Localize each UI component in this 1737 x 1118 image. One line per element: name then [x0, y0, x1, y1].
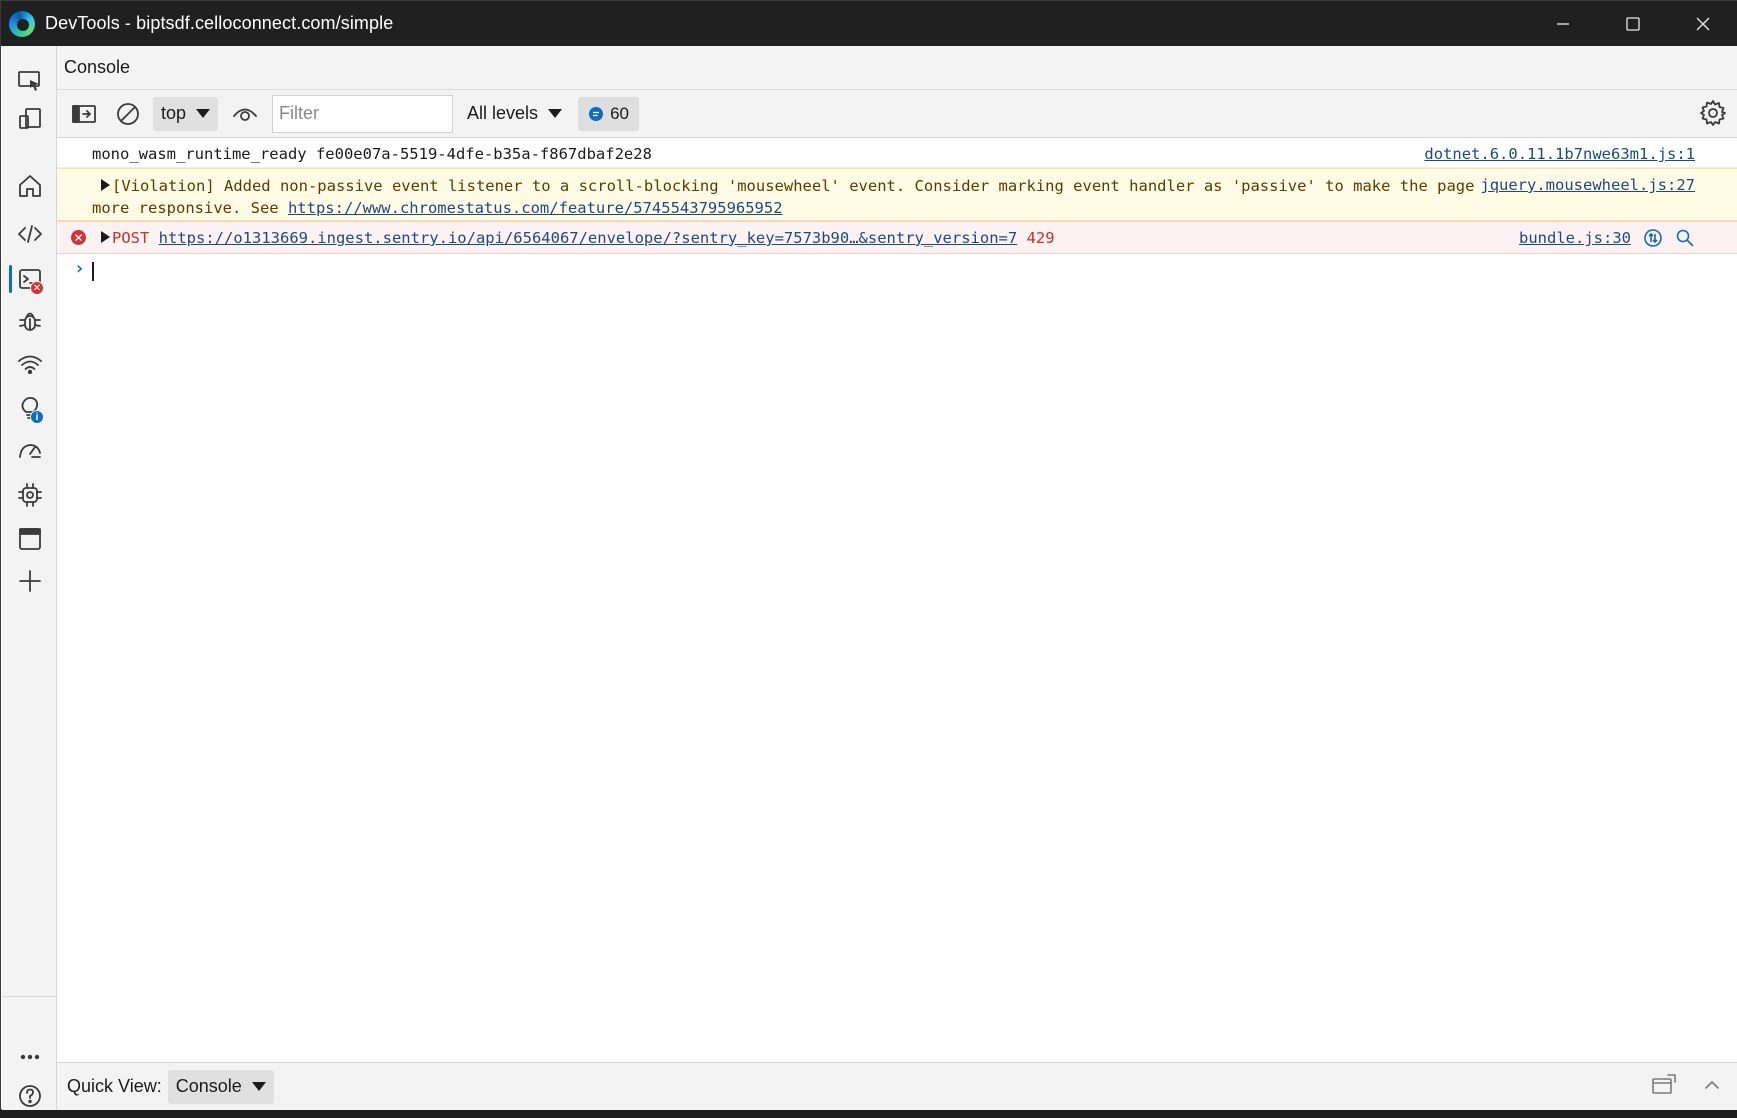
- network-request-icon[interactable]: [1643, 228, 1663, 248]
- plus-icon: [18, 570, 41, 592]
- eye-icon: [233, 108, 257, 121]
- device-emulation-icon: [18, 108, 41, 129]
- wifi-icon: [17, 355, 42, 375]
- quick-view-controls: [1625, 1073, 1721, 1097]
- devtools-window: DevTools - biptsdf.celloconnect.com/simp…: [0, 0, 1737, 1110]
- welcome-tab-button[interactable]: [2, 164, 57, 208]
- chevron-down-icon: [196, 109, 211, 118]
- title-bar: DevTools - biptsdf.celloconnect.com/simp…: [1, 1, 1737, 46]
- console-message-info: mono_wasm_runtime_ready fe00e07a-5519-4d…: [57, 138, 1737, 168]
- code-icon: [17, 225, 42, 243]
- error-icon: ✕: [71, 230, 86, 245]
- close-icon: [1696, 17, 1710, 30]
- issues-count-button[interactable]: 60: [578, 96, 639, 131]
- source-link[interactable]: dotnet.6.0.11.1b7nwe63m1.js:1: [1424, 145, 1695, 163]
- maximize-button[interactable]: [1598, 1, 1668, 46]
- quick-view-select[interactable]: Console: [167, 1069, 274, 1104]
- console-prompt[interactable]: ›: [57, 254, 1737, 284]
- error-url-link[interactable]: https://o1313669.ingest.sentry.io/api/65…: [159, 229, 1018, 247]
- quick-view-bar: Quick View: Console: [57, 1062, 1737, 1110]
- quick-view-label: Quick View:: [67, 1076, 162, 1096]
- log-levels-select[interactable]: All levels: [467, 97, 563, 131]
- activity-divider: [2, 996, 57, 997]
- quick-view-value: Console: [175, 1076, 242, 1096]
- customize-button[interactable]: [2, 1035, 57, 1079]
- console-settings-button[interactable]: [1699, 99, 1727, 127]
- message-bubble-icon: [589, 106, 604, 121]
- filter-input[interactable]: [272, 94, 454, 133]
- edge-logo-icon: [9, 10, 35, 37]
- error-method: POST: [112, 229, 150, 247]
- performance-tab-button[interactable]: [2, 429, 57, 473]
- more-tools-button[interactable]: [2, 559, 57, 603]
- warning-text: [Violation] Added non-passive event list…: [92, 175, 1482, 219]
- issues-tab-button[interactable]: i: [2, 386, 57, 430]
- error-status: 429: [1026, 229, 1055, 247]
- context-value: top: [161, 103, 187, 123]
- prompt-chevron-icon: ›: [74, 258, 85, 279]
- expand-triangle-icon[interactable]: [101, 231, 110, 243]
- gauge-icon: [18, 444, 41, 458]
- log-levels-value: All levels: [467, 103, 539, 123]
- application-window-icon: [18, 528, 41, 550]
- help-icon: [18, 1085, 41, 1107]
- minimize-button[interactable]: [1528, 1, 1598, 46]
- maximize-icon: [1626, 16, 1640, 31]
- window-title: DevTools - biptsdf.celloconnect.com/simp…: [45, 13, 394, 33]
- info-badge-icon: i: [30, 410, 44, 424]
- search-icon[interactable]: [1675, 228, 1695, 248]
- panel-header: Console: [57, 46, 1737, 90]
- elements-tab-button[interactable]: [2, 212, 57, 256]
- device-emulation-button[interactable]: [2, 97, 57, 141]
- activity-bar: ✕ i: [2, 46, 57, 1110]
- network-tab-button[interactable]: [2, 342, 57, 386]
- text-cursor: [92, 262, 94, 281]
- chevron-up-icon[interactable]: [1703, 1076, 1721, 1094]
- console-message-error: ✕ POST https://o1313669.ingest.sentry.io…: [57, 221, 1737, 254]
- memory-tab-button[interactable]: [2, 473, 57, 517]
- sidebar-toggle-icon: [72, 104, 96, 123]
- error-actions: bundle.js:30: [1519, 228, 1695, 248]
- warning-link[interactable]: https://www.chromestatus.com/feature/574…: [288, 199, 783, 217]
- window-controls: [1528, 1, 1737, 46]
- console-message-warning: [Violation] Added non-passive event list…: [57, 168, 1737, 221]
- gear-icon: [1700, 100, 1726, 126]
- ellipsis-icon: [20, 1054, 39, 1060]
- sidebar-toggle-button[interactable]: [71, 101, 97, 127]
- help-button[interactable]: [2, 1074, 57, 1118]
- source-link[interactable]: jquery.mousewheel.js:27: [1480, 176, 1695, 194]
- source-link[interactable]: bundle.js:30: [1519, 229, 1631, 247]
- close-button[interactable]: [1668, 1, 1737, 46]
- chevron-down-icon: [548, 109, 563, 118]
- message-text: mono_wasm_runtime_ready fe00e07a-5519-4d…: [92, 145, 652, 163]
- chevron-down-icon: [251, 1082, 266, 1091]
- panel-title: Console: [64, 57, 131, 77]
- home-icon: [18, 175, 41, 197]
- expand-triangle-icon[interactable]: [101, 179, 110, 191]
- live-expression-button[interactable]: [232, 101, 258, 127]
- error-text: POST https://o1313669.ingest.sentry.io/a…: [92, 229, 1055, 247]
- inspect-icon: [17, 71, 40, 91]
- console-output[interactable]: mono_wasm_runtime_ready fe00e07a-5519-4d…: [57, 138, 1737, 1062]
- console-toolbar: top All levels 60: [57, 90, 1737, 138]
- dock-icon[interactable]: [1651, 1073, 1677, 1097]
- console-tab-button[interactable]: ✕: [2, 257, 57, 301]
- error-badge-icon: ✕: [30, 281, 44, 295]
- clear-console-button[interactable]: [115, 101, 141, 127]
- sources-tab-button[interactable]: [2, 299, 57, 343]
- application-tab-button[interactable]: [2, 517, 57, 561]
- clear-icon: [117, 102, 139, 125]
- context-select[interactable]: top: [153, 96, 219, 131]
- chip-icon: [17, 483, 42, 507]
- issues-count-value: 60: [610, 103, 629, 123]
- bug-icon: [18, 312, 41, 331]
- minimize-icon: [1557, 22, 1569, 25]
